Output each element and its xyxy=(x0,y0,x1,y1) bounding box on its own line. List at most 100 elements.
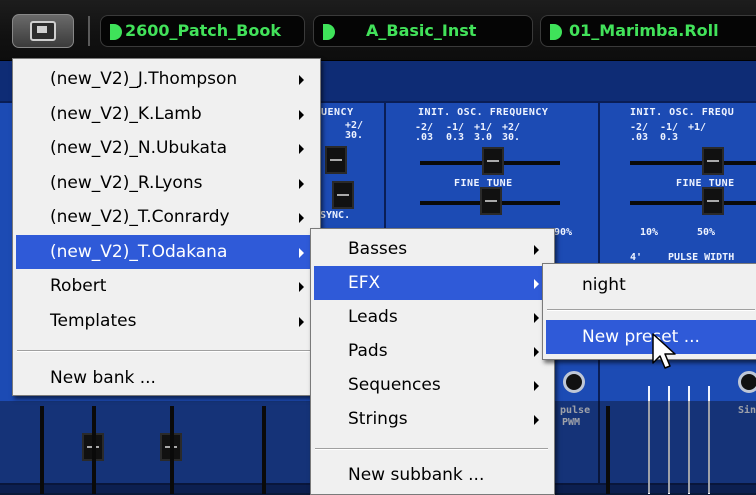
fader-slot xyxy=(170,406,174,494)
menu2-item-label: Strings xyxy=(348,409,408,429)
bank-menu-button[interactable] xyxy=(12,14,74,48)
menu2-item-label: Pads xyxy=(348,341,388,361)
osc1-fine-fader[interactable] xyxy=(332,181,354,209)
submenu-arrow-icon xyxy=(534,415,539,425)
osc3-sine-jack[interactable] xyxy=(738,371,756,393)
menu3-item-label: New preset ... xyxy=(582,327,700,347)
new-bank-label: New bank ... xyxy=(50,368,156,388)
menu1-item[interactable]: (new_V2)_J.Thompson xyxy=(16,62,315,96)
menu1-item-label: Robert xyxy=(50,276,107,296)
osc3-tick: 0.3 xyxy=(660,132,679,143)
half-circle-icon xyxy=(550,24,562,40)
new-subbank-label: New subbank ... xyxy=(348,465,485,485)
menu1-item-label: Templates xyxy=(50,310,137,331)
osc2-tick: .03 xyxy=(415,132,434,143)
menu2-item[interactable]: Strings xyxy=(314,402,549,436)
toolbar-divider xyxy=(88,16,90,46)
menu3-item-label: night xyxy=(582,275,626,295)
menu1-item[interactable]: (new_V2)_K.Lamb xyxy=(16,97,315,131)
menu-separator xyxy=(547,309,755,311)
osc3-tick: +1/ xyxy=(688,122,707,133)
osc3-fine-fader[interactable] xyxy=(702,187,724,215)
category-selector[interactable]: A_Basic_Inst xyxy=(313,15,533,47)
menu2-item-label: Sequences xyxy=(348,375,441,395)
osc2-pulse-jack[interactable] xyxy=(563,371,585,393)
osc3-freq-fader[interactable] xyxy=(702,147,724,175)
menu2-item-label: Leads xyxy=(348,307,398,327)
menu3-item[interactable]: night xyxy=(546,268,756,302)
osc2-tick: 30. xyxy=(502,132,521,143)
submenu-arrow-icon xyxy=(299,144,304,154)
mouse-cursor-icon xyxy=(652,333,676,369)
half-circle-icon xyxy=(110,24,122,40)
subbank-submenu: Basses EFX Leads Pads Sequences Strings New su… xyxy=(310,228,555,495)
osc3-freq-title: INIT. OSC. FREQU xyxy=(630,107,735,118)
osc2-freq-title: INIT. OSC. FREQUENCY xyxy=(418,107,549,118)
menu1-item[interactable]: (new_V2)_N.Ubukata xyxy=(16,131,315,165)
osc3-pct: 50% xyxy=(697,227,716,238)
submenu-arrow-icon xyxy=(299,178,304,189)
osc1-freq-fader[interactable] xyxy=(325,146,347,174)
menu1-item[interactable]: Robert xyxy=(16,269,315,303)
toolbar: 2600_Patch_Book A_Basic_Inst 01_Marimba.… xyxy=(0,0,756,61)
osc3-fine-track xyxy=(630,201,756,205)
half-circle-icon xyxy=(323,24,335,40)
new-bank-item[interactable]: New bank ... xyxy=(16,361,315,395)
osc3-four-label: 4' xyxy=(630,252,643,263)
osc2-fine-fader[interactable] xyxy=(480,187,502,215)
new-subbank-item[interactable]: New subbank ... xyxy=(314,458,549,492)
submenu-arrow-icon xyxy=(299,213,304,223)
osc1-sync-label: SYNC. xyxy=(320,210,351,221)
submenu-arrow-icon xyxy=(534,279,539,289)
menu2-item[interactable]: EFX xyxy=(314,266,549,300)
menu2-item[interactable]: Pads xyxy=(314,334,549,368)
bank-name: 2600_Patch_Book xyxy=(125,21,281,40)
patch-name: 01_Marimba.Roll xyxy=(569,21,719,40)
submenu-arrow-icon xyxy=(299,316,304,327)
fader-slot xyxy=(262,406,266,494)
osc2-tick: 0.3 xyxy=(446,132,465,143)
fader-slot xyxy=(92,406,96,494)
menu2-item[interactable]: Basses xyxy=(314,232,549,266)
menu1-item-label: (new_V2)_R.Lyons xyxy=(50,172,203,193)
menu1-item[interactable]: (new_V2)_T.Odakana xyxy=(16,234,315,269)
submenu-arrow-icon xyxy=(534,347,539,357)
submenu-arrow-icon xyxy=(534,245,539,255)
preset-submenu: night New preset ... xyxy=(542,263,756,360)
menu1-item[interactable]: Templates xyxy=(16,304,315,338)
menu1-item-label: (new_V2)_J.Thompson xyxy=(50,69,238,89)
submenu-arrow-icon xyxy=(299,75,304,85)
osc1-tick: 30. xyxy=(345,130,364,141)
menu2-item[interactable]: Sequences xyxy=(314,368,549,402)
menu1-item-label: (new_V2)_K.Lamb xyxy=(50,103,202,124)
menu1-item[interactable]: (new_V2)_R.Lyons xyxy=(16,166,315,200)
submenu-arrow-icon xyxy=(534,313,539,323)
fader-slot xyxy=(40,406,44,494)
menu2-item-label: Basses xyxy=(348,239,408,259)
osc3-pct: 10% xyxy=(640,227,659,238)
menu2-item-label: EFX xyxy=(348,273,381,293)
osc3-pulse-width: PULSE WIDTH xyxy=(668,252,735,263)
osc3-tick: .03 xyxy=(630,132,649,143)
menu1-item-label: (new_V2)_T.Conrardy xyxy=(50,207,230,227)
menu-separator xyxy=(17,350,314,352)
menu-separator xyxy=(315,448,548,450)
osc1-freq-title: UENCY xyxy=(321,107,354,118)
menu1-item[interactable]: (new_V2)_T.Conrardy xyxy=(16,200,315,234)
submenu-arrow-icon xyxy=(299,282,304,292)
save-bank-icon xyxy=(30,21,56,41)
submenu-arrow-icon xyxy=(299,109,304,120)
osc2-pct: 90% xyxy=(554,227,573,238)
patch-selector[interactable]: 01_Marimba.Roll xyxy=(540,15,756,47)
menu2-item[interactable]: Leads xyxy=(314,300,549,334)
osc3-freq-track xyxy=(630,161,756,165)
osc2-tick: 3.0 xyxy=(474,132,493,143)
bank-dropdown-menu: (new_V2)_J.Thompson (new_V2)_K.Lamb (new_V… xyxy=(12,58,321,396)
menu1-item-label: (new_V2)_N.Ubukata xyxy=(50,138,228,158)
fader-slot xyxy=(606,406,610,494)
submenu-arrow-icon xyxy=(299,247,304,258)
osc2-freq-fader[interactable] xyxy=(482,147,504,175)
category-name: A_Basic_Inst xyxy=(366,21,477,40)
bank-selector[interactable]: 2600_Patch_Book xyxy=(100,15,305,47)
menu1-item-label: (new_V2)_T.Odakana xyxy=(50,241,228,262)
